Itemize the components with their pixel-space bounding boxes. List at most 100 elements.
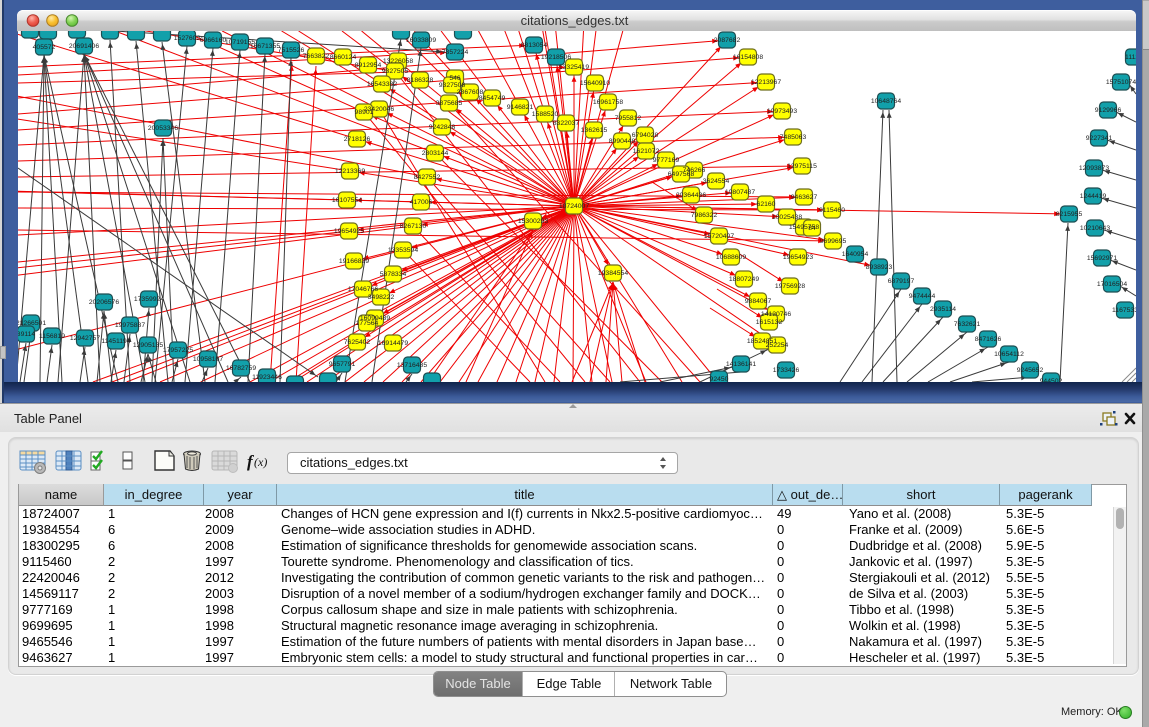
svg-text:19384554: 19384554 [598, 270, 628, 277]
svg-text:20206576: 20206576 [89, 299, 119, 306]
svg-text:92450: 92450 [710, 376, 729, 382]
svg-text:2087682: 2087682 [714, 37, 741, 44]
svg-text:7955812: 7955812 [615, 115, 642, 122]
svg-text:11451194: 11451194 [101, 338, 130, 345]
svg-text:10210643: 10210643 [1080, 225, 1110, 232]
svg-text:9884067: 9884067 [745, 298, 772, 305]
svg-text:10973493: 10973493 [767, 108, 797, 115]
svg-text:19654925: 19654925 [334, 228, 364, 235]
svg-text:9463627: 9463627 [791, 194, 818, 201]
svg-text:6497568: 6497568 [668, 171, 695, 178]
svg-text:177564: 177564 [356, 320, 379, 327]
svg-text:8322037: 8322037 [553, 120, 580, 127]
svg-text:8471626: 8471626 [975, 336, 1002, 343]
svg-text:12975115: 12975115 [787, 163, 817, 170]
svg-text:21266501: 21266501 [18, 320, 46, 327]
svg-text:17046766: 17046766 [348, 286, 378, 293]
svg-text:9327508: 9327508 [439, 82, 466, 89]
svg-text:405572: 405572 [33, 44, 56, 51]
svg-text:7632621: 7632621 [954, 321, 981, 328]
svg-text:16914479: 16914479 [378, 340, 408, 347]
svg-text:10648764: 10648764 [871, 98, 901, 105]
svg-text:19166829: 19166829 [339, 258, 369, 265]
svg-text:10654112: 10654112 [994, 351, 1024, 358]
svg-text:12213967: 12213967 [751, 79, 781, 86]
svg-text:11123: 11123 [1125, 54, 1136, 61]
svg-text:1244419: 1244419 [1080, 193, 1107, 200]
svg-text:1640954: 1640954 [842, 251, 869, 258]
svg-text:18724007: 18724007 [559, 203, 589, 210]
svg-text:8267130: 8267130 [400, 223, 427, 230]
svg-text:8990448: 8990448 [609, 138, 636, 145]
svg-text:10807487: 10807487 [725, 189, 755, 196]
svg-text:20364436: 20364436 [676, 192, 706, 199]
svg-text:6966160: 6966160 [200, 37, 227, 44]
svg-text:12942757: 12942757 [70, 335, 100, 342]
svg-text:16671355: 16671355 [250, 43, 280, 50]
svg-text:39114: 39114 [18, 331, 35, 338]
svg-text:8454749: 8454749 [479, 95, 506, 102]
svg-text:15300293: 15300293 [518, 218, 548, 225]
svg-text:15720407: 15720407 [704, 233, 734, 240]
svg-text:13353594: 13353594 [388, 247, 418, 254]
svg-text:8938923: 8938923 [866, 264, 893, 271]
svg-text:8813054: 8813054 [521, 42, 548, 49]
svg-text:9146821: 9146821 [507, 104, 534, 111]
svg-text:9699695: 9699695 [820, 238, 847, 245]
svg-text:7485063: 7485063 [780, 134, 807, 141]
svg-text:7625402: 7625402 [344, 339, 371, 346]
svg-text:16154808: 16154808 [733, 54, 763, 61]
svg-text:10025438: 10025438 [772, 214, 802, 221]
svg-text:11923446: 11923446 [252, 374, 282, 381]
svg-text:9327505: 9327505 [382, 68, 409, 75]
svg-text:19975887: 19975887 [115, 322, 145, 329]
svg-text:84: 84 [808, 225, 816, 232]
svg-text:16961758: 16961758 [593, 99, 623, 106]
svg-text:10688609: 10688609 [716, 254, 746, 261]
svg-text:20053346: 20053346 [148, 125, 178, 132]
svg-text:9115460: 9115460 [819, 207, 845, 214]
svg-text:1733426: 1733426 [773, 367, 800, 374]
svg-text:252254: 252254 [766, 342, 789, 349]
svg-text:1156819: 1156819 [39, 333, 65, 340]
svg-text:2935114: 2935114 [930, 306, 956, 313]
svg-text:1588520: 1588520 [532, 111, 559, 118]
svg-text:2803144: 2803144 [422, 150, 449, 157]
svg-text:18807249: 18807249 [729, 276, 759, 283]
svg-text:13716485: 13716485 [397, 362, 427, 369]
svg-text:19218506: 19218506 [541, 54, 571, 61]
svg-text:10958107: 10958107 [193, 356, 223, 363]
svg-text:8912954: 8912954 [355, 62, 382, 69]
svg-text:9657791: 9657791 [329, 361, 356, 368]
svg-text:13226058: 13226058 [383, 58, 413, 65]
svg-text:17016504: 17016504 [1097, 281, 1127, 288]
svg-text:15640910: 15640910 [580, 80, 610, 87]
svg-text:12213369: 12213369 [335, 168, 365, 175]
svg-text:15751074: 15751074 [1106, 79, 1136, 86]
svg-text:7515526: 7515526 [278, 47, 305, 54]
svg-text:16107554: 16107554 [332, 197, 362, 204]
svg-text:6794028: 6794028 [632, 132, 659, 139]
svg-text:16543382: 16543382 [367, 81, 397, 88]
svg-text:3498222: 3498222 [368, 294, 395, 301]
svg-text:1621072: 1621072 [633, 148, 660, 155]
svg-text:(x): (x) [254, 455, 267, 469]
svg-text:13325419: 13325419 [559, 64, 589, 71]
svg-text:6879197: 6879197 [888, 278, 915, 285]
svg-text:1167533: 1167533 [1112, 307, 1136, 314]
svg-text:9777169: 9777169 [653, 157, 680, 164]
svg-text:9474444: 9474444 [909, 293, 936, 300]
svg-text:12905135: 12905135 [133, 342, 163, 349]
svg-text:7663822: 7663822 [303, 53, 330, 60]
svg-text:16033809: 16033809 [406, 37, 436, 44]
svg-text:546: 546 [449, 75, 461, 82]
svg-text:5878334: 5878334 [380, 271, 407, 278]
svg-text:15692971: 15692971 [1087, 255, 1117, 262]
svg-text:2718126: 2718126 [344, 136, 371, 143]
svg-text:9227341: 9227341 [1086, 135, 1113, 142]
svg-text:9129966: 9129966 [1095, 107, 1122, 114]
svg-text:9242848: 9242848 [429, 124, 456, 131]
svg-text:16782759: 16782759 [226, 365, 256, 372]
svg-text:12093873: 12093873 [1079, 165, 1109, 172]
svg-text:98901: 98901 [355, 109, 374, 116]
